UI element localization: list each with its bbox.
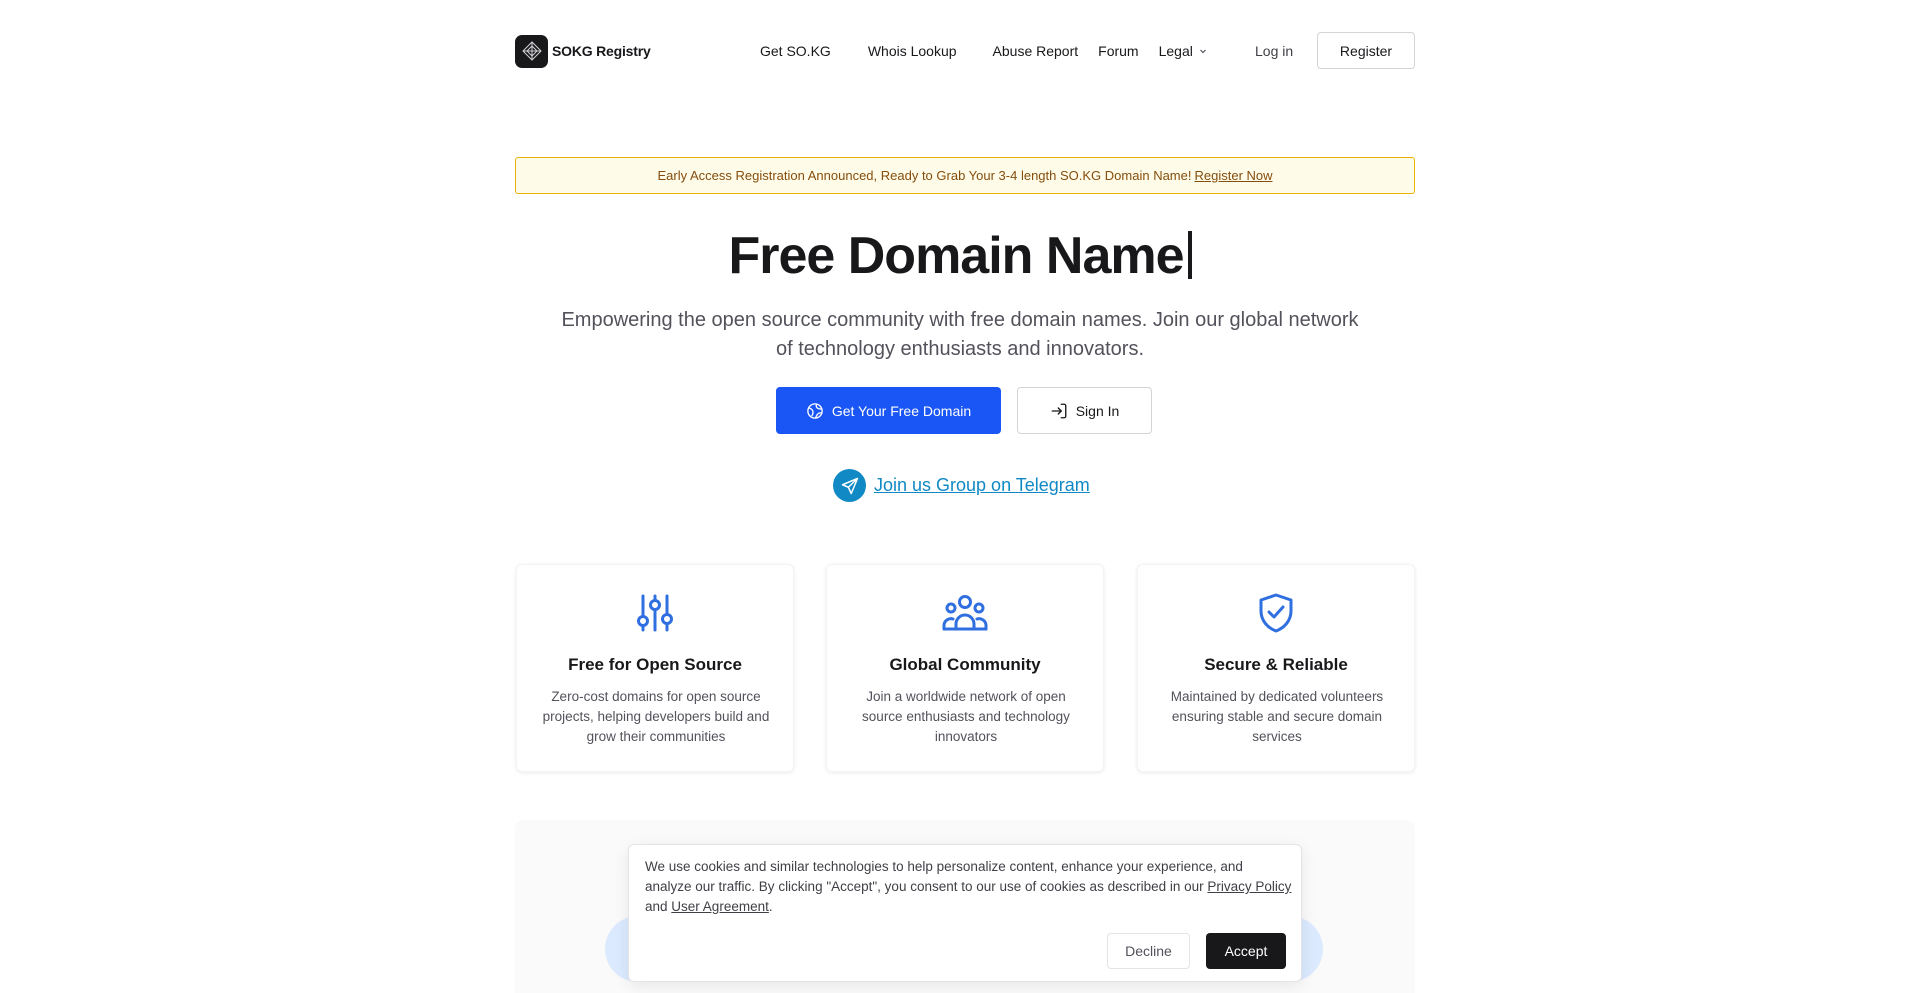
cookie-consent-dialog: We use cookies and similar technologies … <box>628 844 1302 982</box>
brand-name: SOKG Registry <box>552 43 651 59</box>
login-icon <box>1051 403 1067 418</box>
sliders-icon <box>517 591 793 635</box>
feature-card-global-community: Global Community Join a worldwide networ… <box>826 564 1104 772</box>
telegram-group-link[interactable]: Join us Group on Telegram <box>833 469 1090 502</box>
user-agreement-link[interactable]: User Agreement <box>671 899 769 914</box>
get-free-domain-button[interactable]: Get Your Free Domain <box>776 387 1001 434</box>
announcement-banner: Early Access Registration Announced, Rea… <box>515 157 1415 194</box>
cookie-message: We use cookies and similar technologies … <box>645 857 1293 917</box>
sign-in-label: Sign In <box>1075 402 1120 419</box>
cookie-end: . <box>768 899 773 914</box>
chevron-down-icon <box>1199 49 1206 54</box>
feature-card-open-source: Free for Open Source Zero-cost domains f… <box>516 564 794 772</box>
brand-logo-icon <box>515 34 548 68</box>
feature-title: Global Community <box>889 655 1041 674</box>
cookie-and: and <box>645 899 668 914</box>
feature-title: Free for Open Source <box>568 655 742 674</box>
feature-description: Maintained by dedicated volunteers ensur… <box>1170 689 1384 744</box>
sign-in-button[interactable]: Sign In <box>1017 387 1152 434</box>
cookie-text: We use cookies and similar technologies … <box>645 859 1243 894</box>
nav-legal-label: Legal <box>1158 43 1193 59</box>
nav-legal-dropdown[interactable]: Legal <box>1159 43 1208 59</box>
nav-abuse-report[interactable]: Abuse Report <box>993 43 1079 59</box>
site-header: SOKG Registry Get SO.KG Whois Lookup Abu… <box>515 32 1415 70</box>
globe-icon <box>807 402 823 419</box>
telegram-icon <box>833 469 866 502</box>
brand-logo-link[interactable]: SOKG Registry <box>515 34 651 68</box>
hero-title: Free Domain Name <box>0 226 1920 286</box>
feature-card-secure-reliable: Secure & Reliable Maintained by dedicate… <box>1137 564 1415 772</box>
decline-button[interactable]: Decline <box>1107 933 1190 969</box>
banner-register-link[interactable]: Register Now <box>1194 168 1272 183</box>
telegram-link-text: Join us Group on Telegram <box>874 475 1090 495</box>
banner-text: Early Access Registration Announced, Rea… <box>657 168 1192 183</box>
typing-caret <box>1187 231 1192 279</box>
privacy-policy-link[interactable]: Privacy Policy <box>1207 879 1291 894</box>
shield-check-icon <box>1138 591 1414 635</box>
feature-description: Zero-cost domains for open source projec… <box>542 689 770 744</box>
main-nav: Get SO.KG Whois Lookup Abuse Report Foru… <box>760 32 1208 70</box>
feature-description: Join a worldwide network of open source … <box>862 689 1070 744</box>
accept-button[interactable]: Accept <box>1206 933 1286 969</box>
hero-subtitle: Empowering the open source community wit… <box>561 309 1359 360</box>
feature-title: Secure & Reliable <box>1204 655 1348 674</box>
users-group-icon <box>827 591 1103 635</box>
nav-forum[interactable]: Forum <box>1098 43 1138 59</box>
get-free-domain-label: Get Your Free Domain <box>831 402 972 419</box>
nav-whois-lookup[interactable]: Whois Lookup <box>868 43 957 59</box>
login-link[interactable]: Log in <box>1255 32 1293 70</box>
nav-get-sokg[interactable]: Get SO.KG <box>760 43 831 59</box>
hero-title-text: Free Domain Name <box>728 227 1184 285</box>
register-button[interactable]: Register <box>1317 32 1415 69</box>
